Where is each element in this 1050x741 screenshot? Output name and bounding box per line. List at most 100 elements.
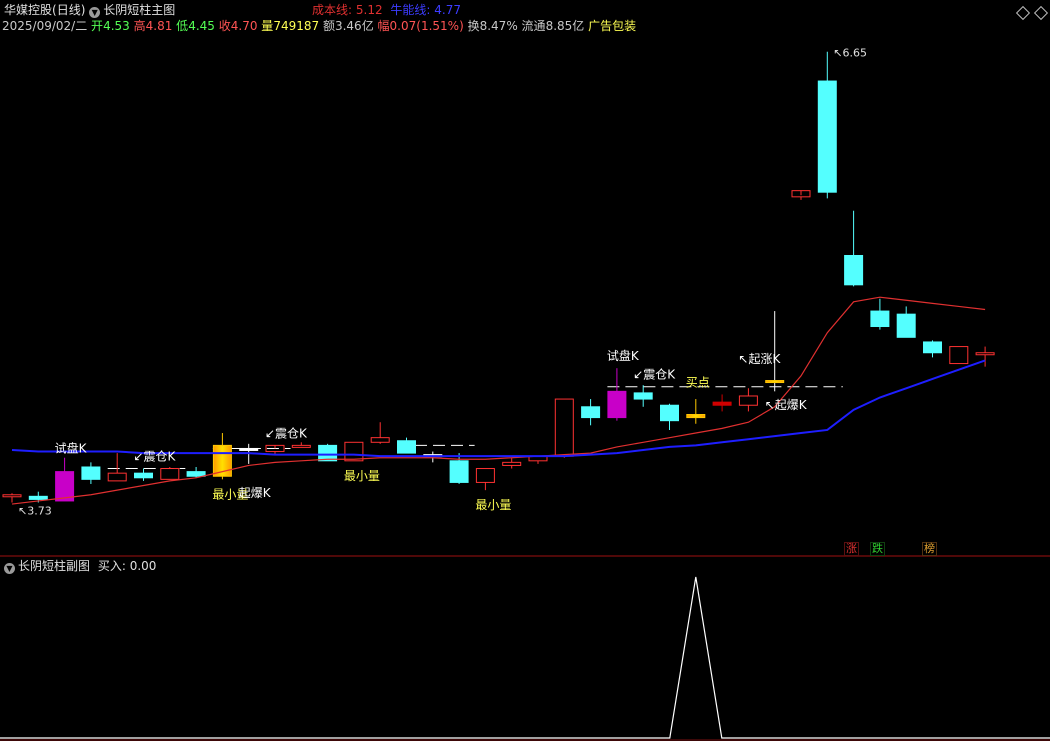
open-value: 4.53 — [103, 19, 130, 33]
candle-body — [949, 346, 969, 365]
indicator-name[interactable]: 长阴短柱主图 — [103, 3, 175, 17]
candle — [554, 398, 574, 458]
bull-line-label: 牛能线: — [390, 3, 431, 17]
candle — [449, 453, 469, 484]
candle-body — [344, 441, 364, 462]
candle-body — [686, 414, 706, 419]
candle-body — [975, 352, 995, 356]
candle — [581, 399, 601, 426]
candle — [344, 441, 364, 462]
buy-signal-line — [0, 576, 1050, 739]
annotation-label: 试盘K — [607, 348, 640, 363]
candle — [397, 437, 416, 454]
candle — [81, 462, 101, 484]
candle — [528, 455, 548, 464]
candle-body — [660, 404, 679, 422]
candle-body — [186, 471, 206, 477]
stock-name[interactable]: 华媒控股 — [4, 3, 52, 17]
fall-rank-badge[interactable]: 跌 — [870, 542, 885, 556]
amount-label: 额 — [322, 19, 335, 33]
float-label: 流通 — [521, 19, 546, 33]
sub-indicator-name[interactable]: 长阴短柱副图 — [18, 559, 90, 573]
rise-rank-badge[interactable]: 涨 — [844, 542, 859, 556]
annotation-label: ↙震仓K — [134, 449, 177, 463]
candle-body — [81, 466, 101, 480]
sub-chart-panel[interactable]: ▼ 长阴短柱副图 买入: 0.00 — [0, 557, 1050, 741]
annotation-label: ↙震仓K — [265, 426, 308, 440]
candle — [686, 399, 706, 424]
candle — [738, 388, 758, 412]
annotation-label: ↙震仓K — [633, 368, 676, 382]
annotation-label: 试盘K — [55, 441, 88, 456]
candle — [475, 468, 495, 491]
candle-body — [607, 390, 627, 419]
candle-body — [817, 80, 837, 193]
candle-body — [475, 468, 495, 483]
close-value: 4.70 — [230, 19, 258, 33]
buy-label: 买入: — [97, 559, 126, 573]
turnover-value: 8.47% — [479, 19, 518, 33]
price-low-label: ↖3.73 — [18, 504, 52, 517]
candle-body — [581, 406, 601, 419]
candle-body — [844, 254, 864, 286]
candle — [107, 453, 127, 482]
candle-body — [370, 437, 390, 443]
open-label: 开 — [91, 19, 104, 33]
candle-body — [765, 380, 785, 384]
high-value: 4.81 — [145, 19, 173, 33]
amount-value: 3.46亿 — [334, 19, 374, 33]
candle-body — [107, 472, 127, 482]
candle-body — [554, 398, 574, 457]
candle — [923, 340, 942, 358]
buy-value: 0.00 — [129, 559, 157, 573]
annotation-label: ↖起涨K — [738, 351, 781, 366]
candle-body — [239, 447, 259, 451]
sub-indicator-chart[interactable] — [0, 557, 1050, 741]
list-rank-badge[interactable]: 榜 — [922, 542, 937, 556]
candle — [791, 190, 811, 200]
main-chart-panel[interactable]: ↖6.65 ↖3.73 试盘K ↙震仓K 最小量 起爆K ↙震仓K 最小量 最小量 试盘K ↙震仓K… — [0, 0, 1050, 557]
candle — [160, 466, 180, 480]
high-label: 高 — [133, 19, 146, 33]
candle-body — [738, 395, 758, 406]
annotation-label: 最小量 — [475, 498, 511, 512]
bull-line-value: 4.77 — [434, 3, 462, 17]
bull-line-series — [11, 359, 986, 458]
candle-body — [870, 310, 890, 328]
candle — [370, 422, 390, 444]
collapse-icon[interactable]: ▼ — [4, 563, 15, 574]
period-label: (日线) — [52, 3, 86, 17]
annotation-label: 买点 — [686, 375, 710, 389]
candle — [817, 51, 837, 199]
cost-line-series — [11, 296, 986, 505]
candlestick-chart[interactable]: ↖6.65↖3.73试盘K↙震仓K最小量起爆K↙震仓K最小量最小量试盘K↙震仓K… — [0, 0, 1050, 557]
low-value: 4.45 — [188, 19, 215, 33]
candle — [318, 443, 338, 462]
change-value: 0.07(1.51%) — [389, 19, 464, 33]
annotation-label: ↖起爆K — [765, 398, 808, 412]
candle — [291, 442, 311, 448]
annotation-label: 最小量 — [344, 469, 380, 483]
candle-body — [2, 494, 22, 498]
candle — [896, 306, 916, 338]
candle — [660, 403, 679, 430]
candle — [134, 468, 153, 481]
candle — [712, 394, 732, 412]
candle-body — [502, 461, 522, 466]
candle — [870, 298, 890, 330]
title-bar: 华媒控股(日线) ▼ 长阴短柱主图 — [4, 3, 175, 18]
candle — [607, 368, 627, 421]
candle-body — [896, 313, 916, 338]
sub-title-bar: ▼ 长阴短柱副图 买入: 0.00 — [4, 559, 156, 574]
price-high-label: ↖6.65 — [833, 47, 867, 60]
candle-body — [633, 392, 653, 400]
volume-label: 量 — [261, 19, 274, 33]
candle — [212, 433, 232, 480]
turnover-label: 换 — [467, 19, 480, 33]
candle-body — [923, 341, 942, 354]
candle — [633, 385, 653, 407]
collapse-icon[interactable]: ▼ — [89, 7, 101, 18]
candle-body — [28, 495, 48, 500]
ad-label[interactable]: 广告包装 — [588, 19, 636, 33]
candle — [949, 346, 969, 365]
